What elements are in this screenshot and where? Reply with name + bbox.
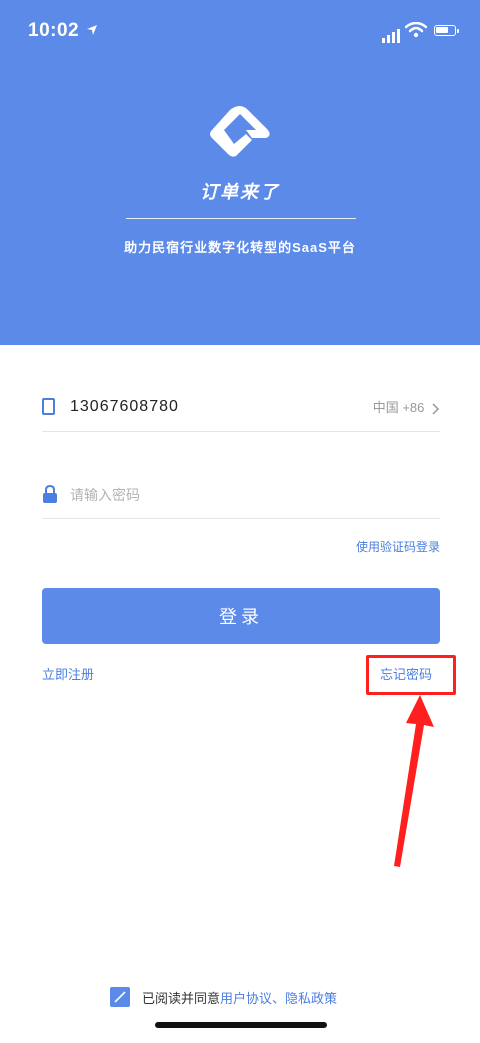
agreement-row: 已阅读并同意用户协议、隐私政策 xyxy=(110,985,450,1009)
password-input[interactable] xyxy=(70,481,370,509)
app-tagline: 助力民宿行业数字化转型的SaaS平台 xyxy=(124,240,356,255)
agreement-prefix: 已阅读并同意 xyxy=(142,991,221,1006)
agreement-separator: 、 xyxy=(272,991,286,1006)
chevron-right-icon xyxy=(432,403,440,415)
wifi-icon xyxy=(405,22,427,38)
annotation-arrow-icon xyxy=(394,695,434,867)
app-logo xyxy=(210,106,270,157)
phone-icon xyxy=(42,398,55,415)
code-login-link[interactable]: 使用验证码登录 xyxy=(356,538,440,555)
location-arrow-icon xyxy=(87,25,97,35)
phone-field-row: 中国 +86 xyxy=(42,385,440,432)
user-agreement-link[interactable]: 用户协议 xyxy=(220,991,272,1006)
agreement-text: 已阅读并同意用户协议、隐私政策 xyxy=(142,988,337,1007)
check-icon xyxy=(114,991,126,1003)
login-button[interactable]: 登录 xyxy=(42,588,440,644)
agree-checkbox[interactable] xyxy=(110,987,130,1007)
register-link[interactable]: 立即注册 xyxy=(42,664,94,683)
cellular-signal-icon xyxy=(382,25,402,43)
lock-icon xyxy=(43,484,57,503)
password-field-row xyxy=(42,472,440,519)
status-time: 10:02 xyxy=(28,20,80,41)
privacy-policy-link[interactable]: 隐私政策 xyxy=(285,991,337,1006)
app-name: 订单来了 xyxy=(200,182,280,202)
hero-banner: 10:02 订单来了 助力民宿行业数字化转型的SaaS平台 xyxy=(0,0,480,345)
home-indicator[interactable] xyxy=(155,1022,327,1028)
hero-divider xyxy=(126,218,356,219)
country-code-selector[interactable]: 中国 +86 xyxy=(373,397,440,416)
status-bar: 10:02 xyxy=(0,0,480,62)
annotation-highlight-box xyxy=(366,655,456,695)
country-code-label: 中国 +86 xyxy=(372,400,425,415)
battery-icon xyxy=(434,25,459,36)
phone-input[interactable] xyxy=(70,393,310,421)
